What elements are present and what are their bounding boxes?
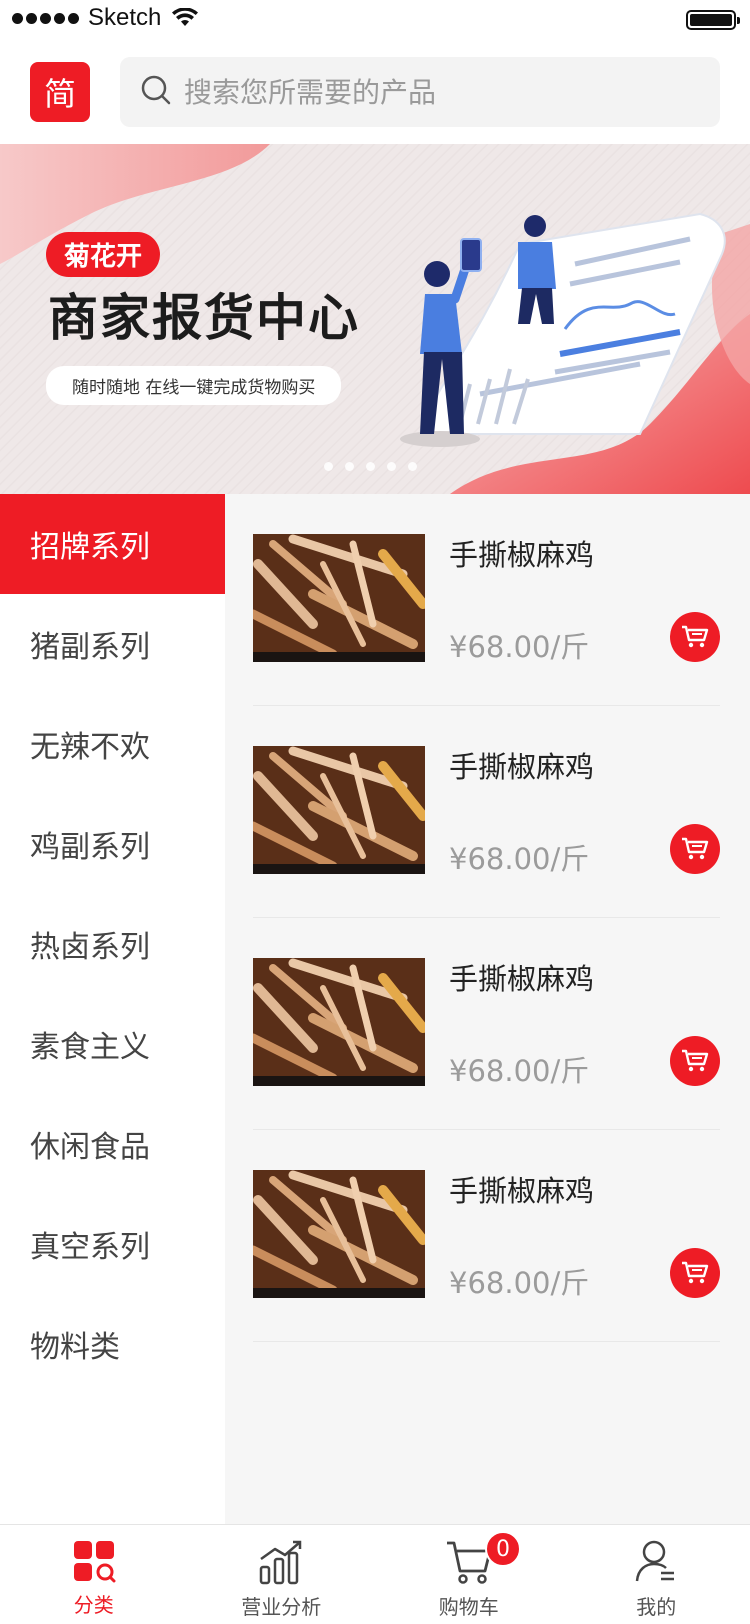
tab-cart[interactable]: 0 购物车: [375, 1525, 563, 1624]
bottom-tab-bar: 分类 营业分析 0 购物车 我的: [0, 1524, 750, 1624]
product-card[interactable]: 手撕椒麻鸡 ¥68.00/斤: [253, 706, 720, 918]
product-name: 手撕椒麻鸡: [449, 1174, 595, 1208]
category-item[interactable]: 鸡副系列: [0, 794, 225, 894]
cart-count-badge: 0: [485, 1531, 521, 1567]
carrier-name: Sketch: [88, 4, 162, 31]
category-item[interactable]: 无辣不欢: [0, 694, 225, 794]
product-name: 手撕椒麻鸡: [449, 750, 595, 784]
tab-label: 购物车: [438, 1595, 499, 1619]
tab-category[interactable]: 分类: [0, 1525, 188, 1624]
product-list: 手撕椒麻鸡 ¥68.00/斤 手撕椒麻鸡 ¥68.00/斤 手撕椒麻鸡 ¥68.…: [225, 494, 750, 1524]
add-to-cart-button[interactable]: [670, 1036, 720, 1086]
banner-pagination: [324, 462, 417, 471]
status-bar: Sketch: [0, 0, 750, 40]
product-image[interactable]: [253, 958, 425, 1086]
product-name: 手撕椒麻鸡: [449, 962, 595, 996]
add-to-cart-button[interactable]: [670, 612, 720, 662]
banner-badge: 菊花开: [46, 232, 161, 277]
product-card[interactable]: 手撕椒麻鸡 ¥68.00/斤: [253, 1130, 720, 1342]
product-price: ¥68.00/斤: [449, 842, 590, 876]
search-bar[interactable]: [120, 57, 720, 127]
cart-add-icon: [682, 1049, 709, 1072]
category-item[interactable]: 猪副系列: [0, 594, 225, 694]
tab-analytics[interactable]: 营业分析: [188, 1525, 376, 1624]
product-card[interactable]: 手撕椒麻鸡 ¥68.00/斤: [253, 918, 720, 1130]
product-image[interactable]: [253, 534, 425, 662]
cart-add-icon: [682, 625, 709, 648]
category-item[interactable]: 休闲食品: [0, 1094, 225, 1194]
product-card[interactable]: 手撕椒麻鸡 ¥68.00/斤: [253, 494, 720, 706]
product-image[interactable]: [253, 746, 425, 874]
add-to-cart-button[interactable]: [670, 824, 720, 874]
signal-icon: [12, 13, 79, 24]
tab-profile[interactable]: 我的: [563, 1525, 750, 1624]
profile-icon: [636, 1540, 675, 1582]
product-price: ¥68.00/斤: [449, 630, 590, 664]
product-name: 手撕椒麻鸡: [449, 538, 595, 572]
category-item[interactable]: 物料类: [0, 1294, 225, 1394]
search-input[interactable]: [184, 75, 684, 109]
product-price: ¥68.00/斤: [449, 1266, 590, 1300]
battery-icon: [686, 10, 740, 30]
page-dot[interactable]: [408, 462, 417, 471]
app-logo: 简: [30, 62, 90, 122]
category-item[interactable]: 招牌系列: [0, 494, 225, 594]
cart-add-icon: [682, 837, 709, 860]
tab-label: 营业分析: [241, 1595, 322, 1619]
tab-label: 我的: [636, 1595, 677, 1619]
tab-label: 分类: [73, 1593, 114, 1617]
analytics-icon: [260, 1540, 302, 1585]
category-item[interactable]: 素食主义: [0, 994, 225, 1094]
banner-title: 商家报货中心: [48, 289, 360, 347]
add-to-cart-button[interactable]: [670, 1248, 720, 1298]
page-dot[interactable]: [324, 462, 333, 471]
banner-subtitle: 随时随地 在线一键完成货物购买: [46, 366, 342, 405]
category-sidebar: 招牌系列 猪副系列 无辣不欢 鸡副系列 热卤系列 素食主义 休闲食品 真空系列 …: [0, 494, 225, 1524]
product-image[interactable]: [253, 1170, 425, 1298]
cart-add-icon: [682, 1261, 709, 1284]
page-dot[interactable]: [366, 462, 375, 471]
wifi-icon: [172, 7, 198, 32]
category-icon: [73, 1541, 116, 1583]
search-icon: [140, 74, 172, 110]
category-item[interactable]: 热卤系列: [0, 894, 225, 994]
category-item[interactable]: 真空系列: [0, 1194, 225, 1294]
promo-banner[interactable]: 菊花开 商家报货中心 随时随地 在线一键完成货物购买: [0, 144, 750, 494]
page-dot[interactable]: [387, 462, 396, 471]
product-price: ¥68.00/斤: [449, 1054, 590, 1088]
page-dot[interactable]: [345, 462, 354, 471]
